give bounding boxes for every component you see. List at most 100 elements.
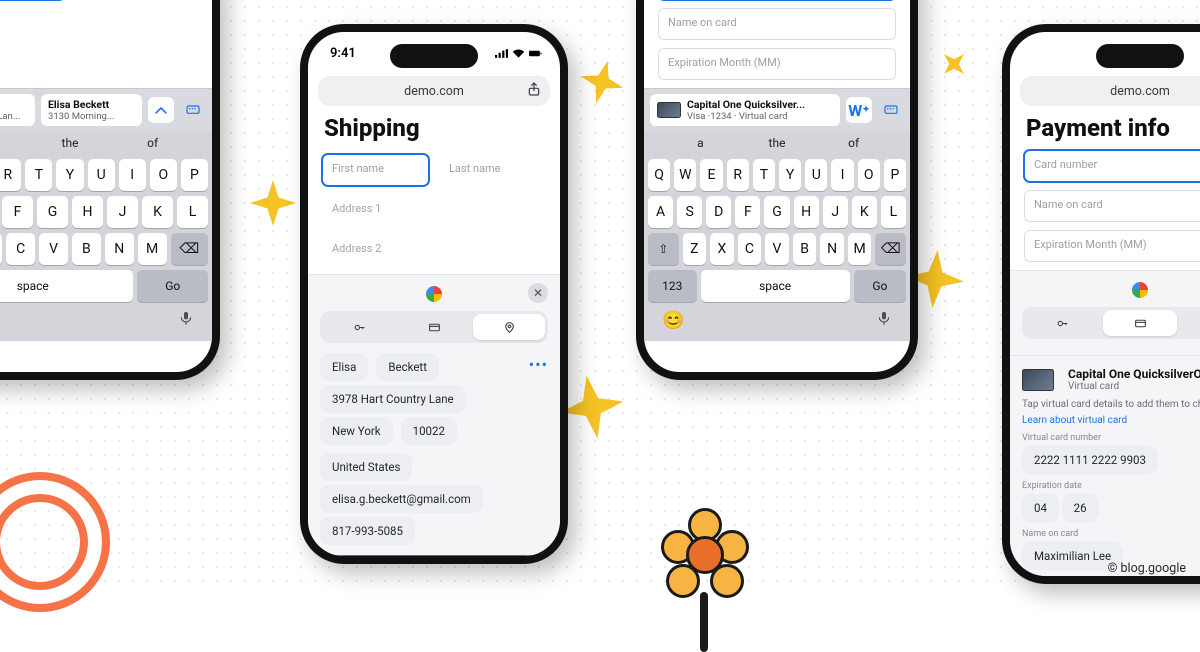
key-c[interactable]: C <box>6 233 35 265</box>
key-y[interactable]: Y <box>779 159 801 191</box>
virtual-card-item[interactable]: Capital One QuicksilverOne Virtual card <box>1022 367 1200 392</box>
key-s[interactable]: S <box>677 196 702 228</box>
expand-suggest-icon[interactable] <box>148 97 174 123</box>
key-k[interactable]: K <box>142 196 173 228</box>
key-c[interactable]: C <box>738 233 762 265</box>
predictive-word[interactable]: of <box>111 136 194 150</box>
predictive-word[interactable]: the <box>739 136 816 150</box>
space-key[interactable]: space <box>0 270 133 302</box>
chip-exp-month[interactable]: 04 <box>1022 494 1059 522</box>
payments-tab[interactable] <box>1103 310 1178 336</box>
card-suggestion[interactable]: Capital One Quicksilver... Visa ·1234 · … <box>650 94 840 126</box>
address-suggest-2[interactable]: Elisa Beckett 3130 Morning... <box>41 94 142 126</box>
keyboard-expand-icon[interactable] <box>180 97 206 123</box>
key-p[interactable]: P <box>181 159 208 191</box>
payments-tab[interactable] <box>398 314 470 340</box>
key-b[interactable]: B <box>793 233 817 265</box>
key-v[interactable]: V <box>765 233 789 265</box>
chip-exp-year[interactable]: 26 <box>1062 494 1099 522</box>
chip-city[interactable]: New York <box>320 417 393 445</box>
backspace-key[interactable]: ⌫ <box>875 233 906 265</box>
number-key[interactable]: 123 <box>648 270 697 302</box>
key-o[interactable]: O <box>858 159 880 191</box>
address-bar[interactable]: demo.com <box>1020 76 1200 106</box>
key-p[interactable]: P <box>884 159 906 191</box>
learn-link[interactable]: Learn about virtual card <box>1022 415 1200 426</box>
key-w[interactable]: W <box>674 159 696 191</box>
key-f[interactable]: F <box>735 196 760 228</box>
key-y[interactable]: Y <box>56 159 83 191</box>
close-icon[interactable]: ✕ <box>528 283 548 303</box>
keyboard-expand-icon[interactable] <box>878 97 904 123</box>
key-j[interactable]: J <box>823 196 848 228</box>
key-z[interactable]: Z <box>683 233 707 265</box>
key-d[interactable]: D <box>706 196 731 228</box>
key-h[interactable]: H <box>72 196 103 228</box>
mic-icon[interactable] <box>178 310 194 331</box>
chip-last-name[interactable]: Beckett <box>376 353 439 381</box>
chip-email[interactable]: elisa.g.beckett@gmail.com <box>320 485 483 513</box>
address2-field[interactable]: Address 2 <box>322 234 546 266</box>
key-r[interactable]: R <box>0 159 21 191</box>
address1-field[interactable]: ress 1 <box>0 8 198 40</box>
last-name-field[interactable]: Last name <box>439 154 546 186</box>
backspace-key[interactable]: ⌫ <box>171 233 208 265</box>
key-g[interactable]: G <box>37 196 68 228</box>
key-f[interactable]: F <box>2 196 33 228</box>
key-t[interactable]: T <box>753 159 775 191</box>
key-l[interactable]: L <box>881 196 906 228</box>
key-m[interactable]: M <box>848 233 872 265</box>
key-j[interactable]: J <box>107 196 138 228</box>
first-name-field[interactable]: First name <box>322 154 429 186</box>
key-k[interactable]: K <box>852 196 877 228</box>
key-i[interactable]: I <box>831 159 853 191</box>
key-r[interactable]: R <box>727 159 749 191</box>
name-on-card-field[interactable]: Name on card <box>1024 190 1200 222</box>
key-u[interactable]: U <box>805 159 827 191</box>
key-q[interactable]: Q <box>648 159 670 191</box>
chip-phone[interactable]: 817-993-5085 <box>320 517 415 545</box>
address-suggest-1[interactable]: Beckett Hart Country Lan... <box>0 94 35 126</box>
more-icon[interactable]: ••• <box>529 355 548 374</box>
predictive-word[interactable]: a <box>662 136 739 150</box>
address2-field[interactable]: ress 2 <box>0 48 198 80</box>
address-bar[interactable]: demo.com <box>318 76 550 106</box>
go-key[interactable]: Go <box>137 270 208 302</box>
key-a[interactable]: A <box>648 196 673 228</box>
addresses-tab[interactable] <box>1180 310 1200 336</box>
key-m[interactable]: M <box>138 233 167 265</box>
key-i[interactable]: I <box>119 159 146 191</box>
key-v[interactable]: V <box>39 233 68 265</box>
key-n[interactable]: N <box>105 233 134 265</box>
mic-icon[interactable] <box>876 310 892 331</box>
chip-first-name[interactable]: Elisa <box>320 353 368 381</box>
autofill-button[interactable]: Autofill Form <box>320 555 548 564</box>
chip-zip[interactable]: 10022 <box>401 417 457 445</box>
expiration-field[interactable]: Expiration Month (MM) <box>1024 230 1200 262</box>
key-e[interactable]: E <box>700 159 722 191</box>
key-x[interactable]: X <box>710 233 734 265</box>
key-x[interactable]: X <box>0 233 2 265</box>
space-key[interactable]: space <box>701 270 850 302</box>
predictive-word[interactable]: the <box>29 136 112 150</box>
card-number-field[interactable]: Card number <box>1024 150 1200 182</box>
predictive-word[interactable]: of <box>815 136 892 150</box>
name-on-card-field[interactable]: Name on card <box>658 8 896 40</box>
addresses-tab[interactable] <box>473 314 545 340</box>
chip-country[interactable]: United States <box>320 453 412 481</box>
share-icon[interactable] <box>526 81 542 101</box>
key-u[interactable]: U <box>88 159 115 191</box>
key-n[interactable]: N <box>820 233 844 265</box>
key-g[interactable]: G <box>764 196 789 228</box>
key-l[interactable]: L <box>177 196 208 228</box>
expiration-field[interactable]: Expiration Month (MM) <box>658 48 896 80</box>
passwords-tab[interactable] <box>1025 310 1100 336</box>
scan-card-icon[interactable]: W✦ <box>846 97 872 123</box>
shift-key[interactable]: ⇧ <box>648 233 679 265</box>
key-b[interactable]: B <box>72 233 101 265</box>
emoji-icon[interactable]: 😊 <box>662 310 684 331</box>
key-t[interactable]: T <box>25 159 52 191</box>
passwords-tab[interactable] <box>323 314 395 340</box>
key-o[interactable]: O <box>150 159 177 191</box>
address1-field[interactable]: Address 1 <box>322 194 546 226</box>
